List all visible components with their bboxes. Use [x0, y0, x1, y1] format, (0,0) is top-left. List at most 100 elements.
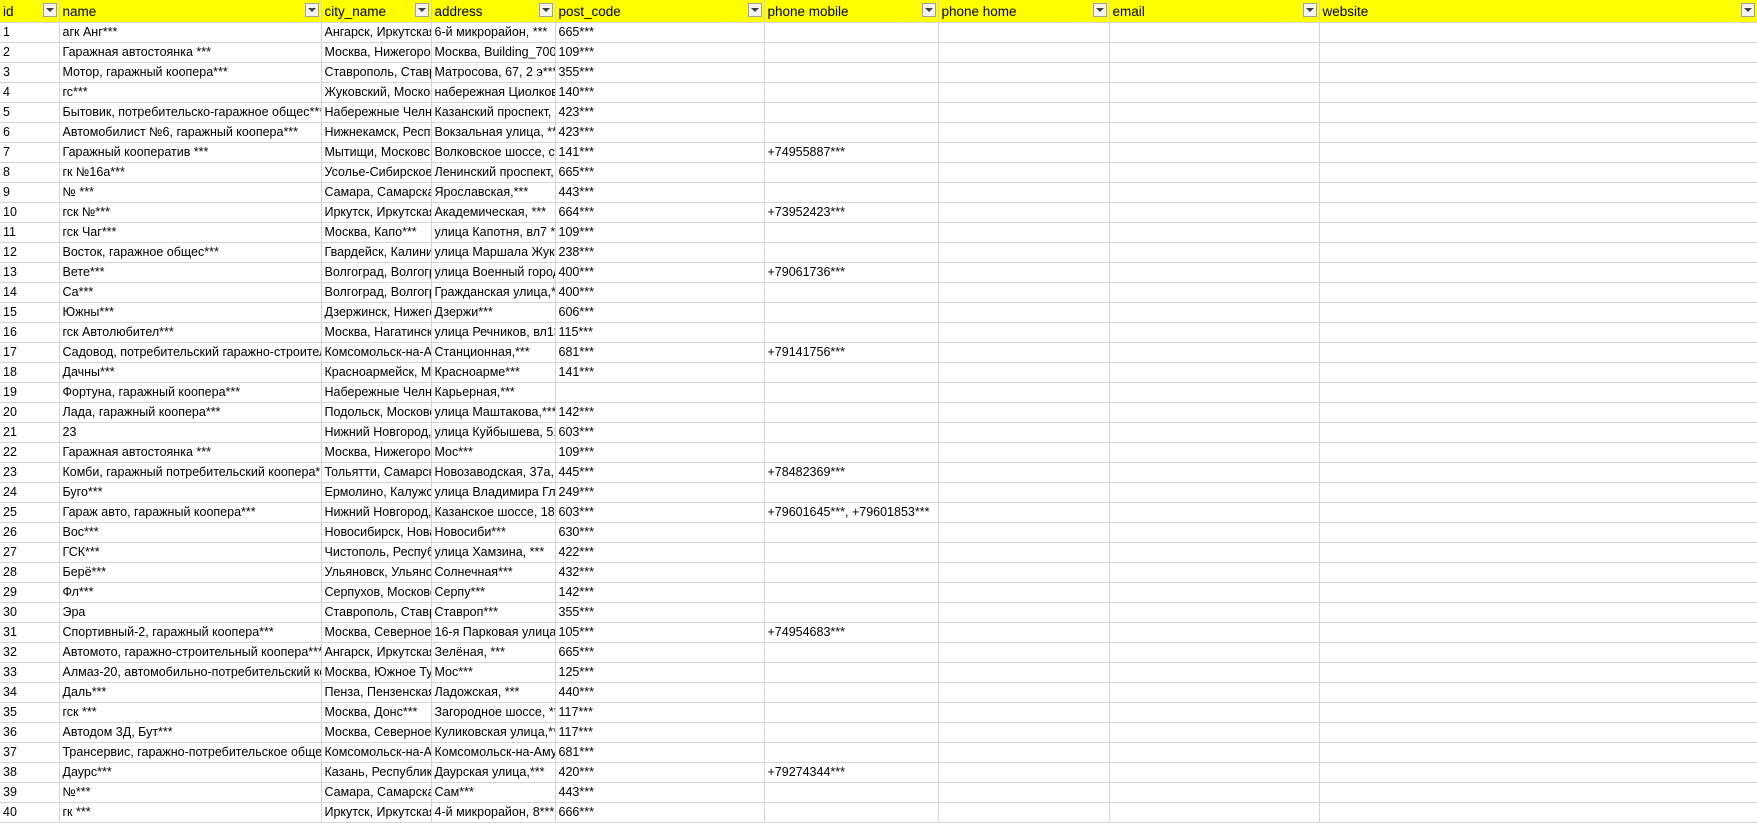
cell-id[interactable]: 28 [0, 562, 60, 583]
cell-address[interactable]: Новосиби*** [431, 522, 556, 543]
cell-phone-mobile[interactable] [764, 802, 939, 823]
cell-email[interactable] [1109, 342, 1320, 363]
cell-email[interactable] [1109, 642, 1320, 663]
cell-address[interactable]: 6-й микрорайон, *** [431, 22, 556, 43]
cell-name[interactable]: гк №16а*** [59, 162, 322, 183]
cell-id[interactable]: 35 [0, 702, 60, 723]
cell-city-name[interactable]: Дзержинск, Нижегс [321, 302, 432, 323]
cell-post-code[interactable]: 105*** [555, 622, 765, 643]
cell-email[interactable] [1109, 322, 1320, 343]
cell-phone-mobile[interactable] [764, 742, 939, 763]
cell-email[interactable] [1109, 422, 1320, 443]
cell-phone-mobile[interactable] [764, 582, 939, 603]
cell-email[interactable] [1109, 562, 1320, 583]
cell-city-name[interactable]: Москва, Северное [321, 722, 432, 743]
cell-website[interactable] [1319, 342, 1757, 363]
cell-id[interactable]: 23 [0, 462, 60, 483]
cell-website[interactable] [1319, 562, 1757, 583]
cell-post-code[interactable]: 141*** [555, 362, 765, 383]
cell-website[interactable] [1319, 162, 1757, 183]
cell-website[interactable] [1319, 442, 1757, 463]
cell-phone-mobile[interactable] [764, 382, 939, 403]
cell-name[interactable]: 23 [59, 422, 322, 443]
cell-post-code[interactable]: 440*** [555, 682, 765, 703]
cell-phone-home[interactable] [938, 142, 1110, 163]
cell-city-name[interactable]: Пенза, Пензенская [321, 682, 432, 703]
cell-phone-mobile[interactable] [764, 422, 939, 443]
cell-address[interactable]: Куликовская улица,** [431, 722, 556, 743]
cell-city-name[interactable]: Набережные Челн [321, 382, 432, 403]
cell-post-code[interactable]: 422*** [555, 542, 765, 563]
cell-id[interactable]: 10 [0, 202, 60, 223]
cell-phone-mobile[interactable] [764, 322, 939, 343]
cell-phone-home[interactable] [938, 42, 1110, 63]
filter-dropdown-icon[interactable] [1740, 3, 1755, 17]
cell-id[interactable]: 5 [0, 102, 60, 123]
cell-post-code[interactable]: 681*** [555, 342, 765, 363]
cell-website[interactable] [1319, 802, 1757, 823]
cell-post-code[interactable]: 666*** [555, 802, 765, 823]
cell-city-name[interactable]: Казань, Республика [321, 762, 432, 783]
cell-phone-home[interactable] [938, 782, 1110, 803]
cell-email[interactable] [1109, 582, 1320, 603]
cell-email[interactable] [1109, 702, 1320, 723]
cell-email[interactable] [1109, 402, 1320, 423]
cell-name[interactable]: Са*** [59, 282, 322, 303]
cell-city-name[interactable]: Новосибирск, Нова [321, 522, 432, 543]
cell-name[interactable]: Алмаз-20, автомобильно-потребительский к… [59, 662, 322, 683]
cell-id[interactable]: 9 [0, 182, 60, 203]
cell-website[interactable] [1319, 662, 1757, 683]
cell-email[interactable] [1109, 802, 1320, 823]
cell-website[interactable] [1319, 542, 1757, 563]
cell-phone-home[interactable] [938, 522, 1110, 543]
cell-name[interactable]: Восток, гаражное общес*** [59, 242, 322, 263]
cell-phone-mobile[interactable] [764, 602, 939, 623]
cell-address[interactable]: Гражданская улица,*: [431, 282, 556, 303]
cell-post-code[interactable]: 423*** [555, 102, 765, 123]
cell-email[interactable] [1109, 602, 1320, 623]
cell-phone-mobile[interactable] [764, 22, 939, 43]
cell-post-code[interactable]: 117*** [555, 722, 765, 743]
column-header-address[interactable]: address [431, 0, 556, 23]
column-header-city-name[interactable]: city_name [321, 0, 432, 23]
cell-city-name[interactable]: Усолье-Сибирское [321, 162, 432, 183]
cell-phone-mobile[interactable] [764, 702, 939, 723]
cell-website[interactable] [1319, 502, 1757, 523]
cell-address[interactable]: Мос*** [431, 442, 556, 463]
cell-address[interactable]: Загородное шоссе, ** [431, 702, 556, 723]
column-header-email[interactable]: email [1109, 0, 1320, 23]
cell-website[interactable] [1319, 682, 1757, 703]
cell-address[interactable]: Солнечная*** [431, 562, 556, 583]
cell-id[interactable]: 25 [0, 502, 60, 523]
cell-phone-home[interactable] [938, 762, 1110, 783]
cell-address[interactable]: Волковское шоссе, ст [431, 142, 556, 163]
cell-website[interactable] [1319, 422, 1757, 443]
cell-name[interactable]: агк Анг*** [59, 22, 322, 43]
cell-address[interactable]: 4-й микрорайон, 8*** [431, 802, 556, 823]
filter-dropdown-icon[interactable] [304, 3, 319, 17]
cell-city-name[interactable]: Ангарск, Иркутская [321, 22, 432, 43]
cell-phone-home[interactable] [938, 242, 1110, 263]
cell-address[interactable]: Даурская улица,*** [431, 762, 556, 783]
cell-phone-mobile[interactable] [764, 162, 939, 183]
cell-phone-home[interactable] [938, 482, 1110, 503]
cell-phone-mobile[interactable]: +79141756*** [764, 342, 939, 363]
cell-phone-home[interactable] [938, 82, 1110, 103]
cell-address[interactable]: Москва, Building_700: [431, 42, 556, 63]
cell-post-code[interactable]: 141*** [555, 142, 765, 163]
cell-email[interactable] [1109, 782, 1320, 803]
cell-city-name[interactable]: Набережные Челн [321, 102, 432, 123]
cell-website[interactable] [1319, 362, 1757, 383]
cell-address[interactable]: Ладожская, *** [431, 682, 556, 703]
cell-website[interactable] [1319, 642, 1757, 663]
cell-website[interactable] [1319, 322, 1757, 343]
cell-website[interactable] [1319, 522, 1757, 543]
cell-address[interactable]: улица Военный город [431, 262, 556, 283]
cell-address[interactable]: Комсомольск-на-Аму [431, 742, 556, 763]
cell-phone-mobile[interactable] [764, 522, 939, 543]
cell-website[interactable] [1319, 242, 1757, 263]
cell-address[interactable]: Станционная,*** [431, 342, 556, 363]
cell-email[interactable] [1109, 62, 1320, 83]
cell-phone-mobile[interactable] [764, 642, 939, 663]
cell-id[interactable]: 3 [0, 62, 60, 83]
